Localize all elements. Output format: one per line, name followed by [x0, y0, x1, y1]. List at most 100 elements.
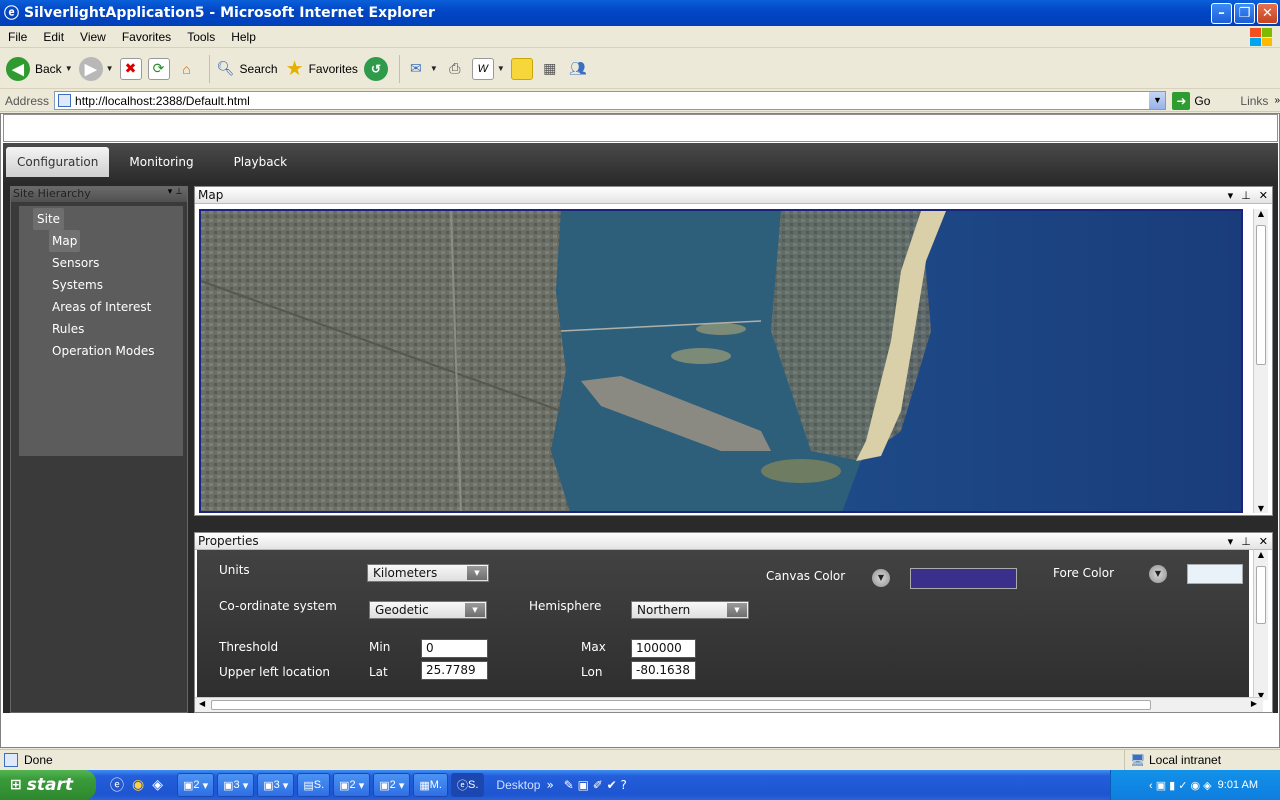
scroll-up-icon[interactable]: ▲ — [1254, 209, 1268, 218]
desktop-toolbar[interactable]: Desktop — [496, 778, 540, 792]
pin-icon[interactable]: ▾ ⊥ — [168, 187, 183, 197]
min-label: Min — [369, 640, 391, 654]
address-input[interactable]: http://localhost:2388/Default.html ▼ — [54, 91, 1167, 110]
home-icon[interactable]: ⌂ — [176, 58, 198, 80]
satellite-map[interactable] — [199, 209, 1243, 513]
fore-color-picker-button[interactable]: ▼ — [1149, 565, 1167, 583]
tray-icons[interactable]: ‹ ▣ ▮ ✓ ◉ ◈ — [1149, 779, 1212, 792]
forward-button[interactable]: ▶ ▼ — [78, 56, 114, 81]
print-icon[interactable]: ⎙ — [444, 58, 466, 80]
canvas-color-swatch[interactable] — [910, 568, 1017, 589]
units-select[interactable]: Kilometers ▼ — [367, 564, 489, 582]
close-button[interactable]: ✕ — [1257, 3, 1278, 24]
go-button[interactable]: ➜ Go — [1172, 91, 1210, 110]
taskbar-item-5[interactable]: ▣ 2 ▾ — [333, 773, 371, 797]
panel-menu-icon[interactable]: ▾ — [1228, 187, 1234, 204]
scroll-up-icon[interactable]: ▲ — [1254, 550, 1268, 559]
hemisphere-select[interactable]: Northern ▼ — [631, 601, 749, 619]
excel-icon: ▦ — [419, 779, 430, 792]
tree-item-rules[interactable]: Rules — [52, 318, 183, 340]
page-done-icon — [4, 753, 18, 767]
menu-file[interactable]: File — [0, 30, 35, 44]
properties-vertical-scrollbar[interactable]: ▲ ▼ — [1253, 550, 1268, 700]
stop-icon[interactable]: ✖ — [119, 57, 142, 80]
minimize-button[interactable]: – — [1211, 3, 1232, 24]
ie-quicklaunch-icon[interactable]: ⓔ — [110, 775, 124, 795]
min-input[interactable]: 0 — [421, 639, 488, 658]
ie-toolbar: ◀ Back ▼ ▶ ▼ ✖ ⟳ ⌂ 🔍︎ Search ★ Favorites… — [0, 49, 1280, 89]
properties-horizontal-scrollbar[interactable]: ◀ ▶ — [195, 697, 1263, 712]
tab-playback[interactable]: Playback — [214, 147, 308, 177]
quicklaunch-icon-3[interactable]: ◈ — [152, 777, 163, 793]
taskbar-item-3[interactable]: ▣ 3 ▾ — [257, 773, 295, 797]
tree-item-sensors[interactable]: Sensors — [52, 252, 183, 274]
panel-menu-icon[interactable]: ▾ — [1228, 533, 1234, 550]
edit-word-icon[interactable]: W — [471, 57, 494, 80]
taskbar-item-1[interactable]: ▣ 2 ▾ — [177, 773, 215, 797]
note-icon[interactable] — [510, 57, 533, 80]
site-hierarchy-header[interactable]: Site Hierarchy ▾ ⊥ — [11, 187, 187, 202]
quicklaunch-icon-2[interactable]: ◉ — [132, 777, 144, 793]
menu-edit[interactable]: Edit — [35, 30, 72, 44]
close-icon[interactable]: ✕ — [1259, 187, 1268, 204]
history-icon[interactable]: ↺ — [363, 56, 388, 81]
pin-icon[interactable]: ⊥ — [1241, 533, 1251, 550]
start-button[interactable]: ⊞ start — [0, 770, 96, 800]
menu-tools[interactable]: Tools — [179, 30, 223, 44]
tree-item-systems[interactable]: Systems — [52, 274, 183, 296]
scroll-left-icon[interactable]: ◀ — [199, 699, 205, 708]
lat-input[interactable]: 25.7789 — [421, 661, 488, 680]
tree-item-operation-modes[interactable]: Operation Modes — [52, 340, 183, 362]
horizontal-scroll-thumb[interactable] — [211, 700, 1151, 710]
clock: 9:01 AM — [1217, 779, 1258, 791]
pin-icon[interactable]: ⊥ — [1241, 187, 1251, 204]
refresh-icon[interactable]: ⟳ — [147, 57, 170, 80]
window-titlebar[interactable]: ⓔ SilverlightApplication5 - Microsoft In… — [0, 0, 1280, 26]
menu-favorites[interactable]: Favorites — [114, 30, 179, 44]
chevron-right-icon[interactable]: » — [1274, 95, 1280, 106]
coordinate-system-select[interactable]: Geodetic ▼ — [369, 601, 487, 619]
taskbar-item-4[interactable]: ▤ S. — [297, 773, 331, 797]
links-button[interactable]: Links — [1240, 94, 1268, 108]
lon-input[interactable]: -80.1638 — [631, 661, 696, 680]
mail-dropdown-icon[interactable]: ▼ — [430, 64, 438, 73]
max-input[interactable]: 100000 — [631, 639, 696, 658]
research-icon[interactable]: ▦ — [539, 58, 561, 80]
favorites-button[interactable]: ★ Favorites — [284, 58, 358, 80]
menu-help[interactable]: Help — [223, 30, 264, 44]
taskbar-item-8[interactable]: ⓔ S. — [451, 773, 485, 797]
address-dropdown-icon[interactable]: ▼ — [1149, 92, 1166, 109]
forward-dropdown-icon[interactable]: ▼ — [106, 64, 114, 73]
tree-item-areas-of-interest[interactable]: Areas of Interest — [52, 296, 183, 318]
menu-view[interactable]: View — [72, 30, 114, 44]
tree-item-map[interactable]: Map — [49, 230, 81, 252]
scroll-thumb[interactable] — [1256, 566, 1266, 624]
map-vertical-scrollbar[interactable]: ▲ ▼ — [1253, 209, 1268, 513]
back-button[interactable]: ◀ Back ▼ — [6, 56, 73, 81]
scroll-down-icon[interactable]: ▼ — [1254, 504, 1268, 513]
scroll-right-icon[interactable]: ▶ — [1251, 699, 1257, 708]
maximize-button[interactable]: ❐ — [1234, 3, 1255, 24]
search-button[interactable]: 🔍︎ Search — [215, 58, 278, 80]
tree-item-site[interactable]: Site — [33, 208, 65, 230]
chevron-right-icon[interactable]: » — [546, 778, 553, 792]
mail-icon[interactable]: ✉ — [405, 58, 427, 80]
tab-monitoring[interactable]: Monitoring — [109, 147, 213, 177]
canvas-color-picker-button[interactable]: ▼ — [872, 569, 890, 587]
window-group-icon: ▣ — [339, 779, 350, 792]
fore-color-swatch[interactable] — [1187, 564, 1243, 584]
coordinate-system-value: Geodetic — [375, 603, 429, 617]
toolbar-icons[interactable]: ✎ ▣ ✐ ✔ ? — [564, 778, 627, 792]
taskbar-item-2[interactable]: ▣ 3 ▾ — [217, 773, 255, 797]
taskbar-item-6[interactable]: ▣ 2 ▾ — [373, 773, 411, 797]
scroll-thumb[interactable] — [1256, 225, 1266, 365]
tab-configuration[interactable]: Configuration — [6, 147, 110, 177]
messenger-icon[interactable]: 👥︎ — [567, 58, 589, 80]
back-dropdown-icon[interactable]: ▼ — [65, 64, 73, 73]
address-label: Address — [5, 93, 50, 108]
window-group-icon: ▣ — [379, 779, 390, 792]
edit-dropdown-icon[interactable]: ▼ — [497, 64, 505, 73]
close-icon[interactable]: ✕ — [1259, 533, 1268, 550]
site-hierarchy-panel: Site Hierarchy ▾ ⊥ Site Map Sensors Syst… — [10, 186, 188, 713]
taskbar-item-7[interactable]: ▦ M. — [413, 773, 448, 797]
